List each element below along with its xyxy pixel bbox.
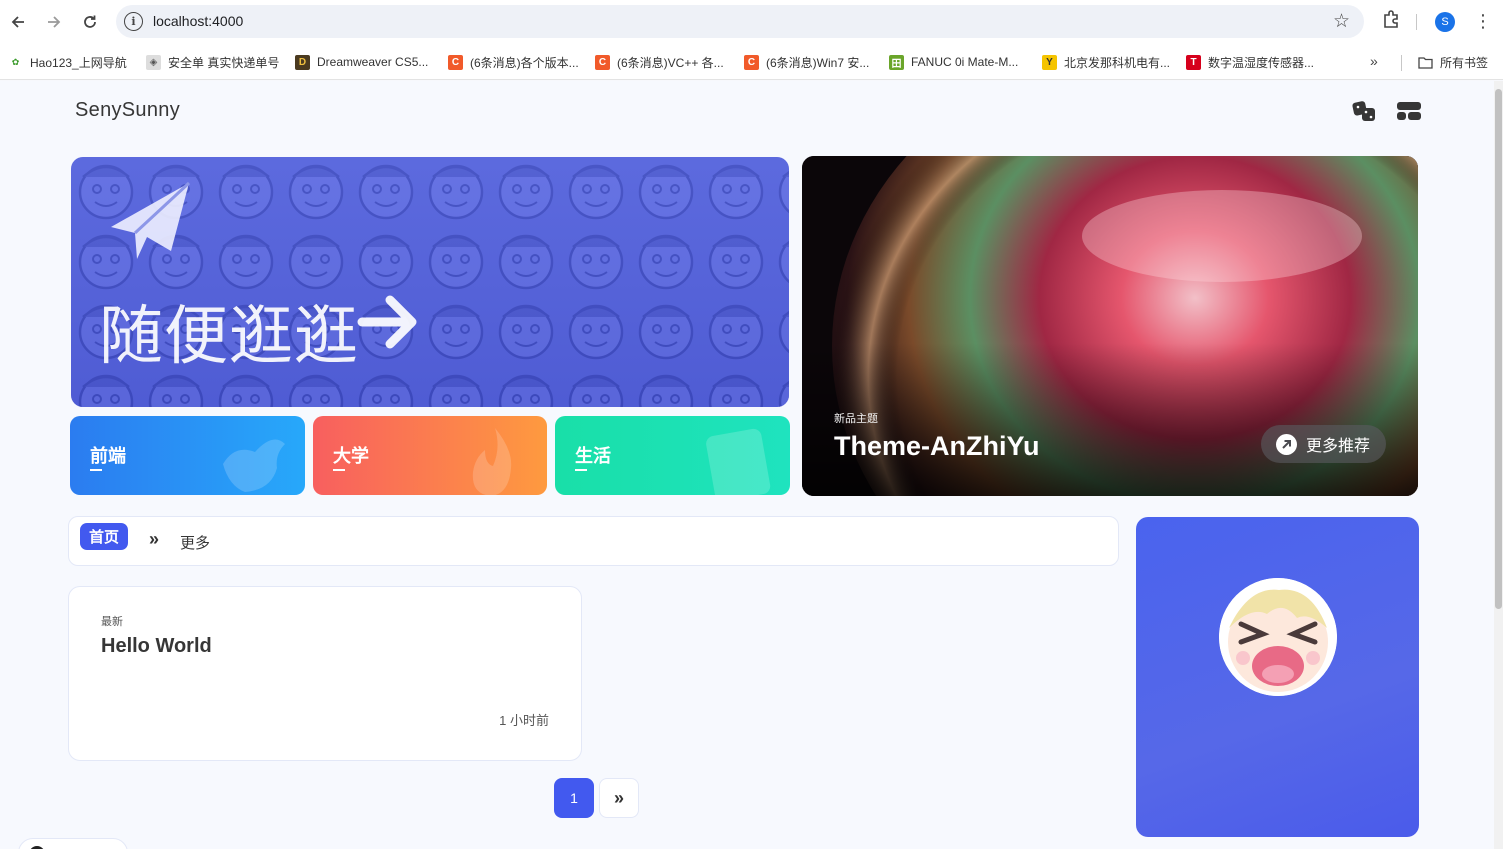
csdn-icon: C bbox=[744, 54, 759, 70]
site-icon: ◈ bbox=[146, 54, 161, 70]
folder-icon bbox=[1418, 55, 1433, 70]
category-university[interactable]: 大学 bbox=[313, 416, 547, 495]
more-bookmarks-icon[interactable]: » bbox=[1370, 53, 1378, 69]
paper-plane-icon bbox=[111, 181, 191, 259]
next-page-button[interactable]: » bbox=[599, 778, 639, 818]
bookmark-item[interactable]: 田 FANUC 0i Mate-M... bbox=[889, 52, 1018, 72]
category-underline bbox=[575, 469, 587, 471]
page-number-button[interactable]: 1 bbox=[554, 778, 594, 818]
bookmark-item[interactable]: T 数字温湿度传感器... bbox=[1186, 52, 1314, 72]
dreamweaver-icon: D bbox=[295, 54, 310, 70]
home-category-tab[interactable]: 首页 bbox=[80, 523, 128, 550]
bookmarks-separator bbox=[1401, 55, 1402, 71]
category-bar: 首页 » 更多 bbox=[68, 516, 1119, 566]
category-underline bbox=[90, 469, 102, 471]
forward-icon[interactable] bbox=[42, 10, 66, 34]
bookmark-label: 安全单 真实快递单号 bbox=[168, 55, 280, 70]
back-icon[interactable] bbox=[6, 10, 30, 34]
book-icon bbox=[706, 428, 771, 495]
bookmark-item[interactable]: C (6条消息)各个版本... bbox=[448, 52, 579, 72]
random-post-dice-icon[interactable] bbox=[1351, 99, 1377, 123]
bookmark-item[interactable]: D Dreamweaver CS5... bbox=[295, 52, 428, 72]
bookmarks-bar: ✿ Hao123_上网导航 ◈ 安全单 真实快递单号 D Dreamweaver… bbox=[0, 44, 1503, 80]
site-info-icon[interactable]: i bbox=[124, 12, 143, 31]
all-bookmarks-folder[interactable]: 所有书签 bbox=[1418, 52, 1488, 72]
more-categories-link[interactable]: 更多 bbox=[180, 532, 210, 553]
category-label: 生活 bbox=[575, 446, 611, 466]
bookmark-label: 北京发那科机电有... bbox=[1064, 55, 1171, 70]
category-underline bbox=[333, 469, 345, 471]
browser-toolbar: i localhost:4000 ☆ S ⋮ bbox=[0, 0, 1503, 44]
address-bar[interactable]: i localhost:4000 ☆ bbox=[116, 5, 1364, 38]
bird-icon bbox=[223, 439, 285, 492]
more-recommend-button[interactable]: 更多推荐 bbox=[1261, 425, 1386, 463]
author-profile-card bbox=[1136, 517, 1419, 837]
feature-title: Theme-AnZhiYu bbox=[834, 431, 1040, 461]
double-chevron-right-icon[interactable]: » bbox=[149, 529, 159, 550]
page-viewport: SenySunny 随便逛逛 前端 大学 生活 新品主题 Theme-AnZhi… bbox=[0, 81, 1494, 849]
post-time: 1 小时前 bbox=[499, 713, 549, 728]
bookmark-label: (6条消息)VC++ 各... bbox=[617, 55, 724, 70]
bookmark-label: Dreamweaver CS5... bbox=[317, 55, 429, 69]
bookmark-label: (6条消息)各个版本... bbox=[470, 55, 579, 70]
bookmark-item[interactable]: ◈ 安全单 真实快递单号 bbox=[146, 52, 279, 72]
post-title[interactable]: Hello World bbox=[101, 635, 212, 658]
arrow-right-icon bbox=[357, 295, 417, 349]
fire-icon bbox=[472, 428, 512, 495]
bookmark-label: 数字温湿度传感器... bbox=[1208, 55, 1315, 70]
bookmark-label: (6条消息)Win7 安... bbox=[766, 55, 870, 70]
profile-avatar[interactable]: S bbox=[1435, 12, 1455, 32]
t-icon: T bbox=[1186, 54, 1201, 70]
bookmark-star-icon[interactable]: ☆ bbox=[1333, 10, 1350, 33]
double-chevron-right-icon: » bbox=[613, 787, 624, 808]
bookmark-item[interactable]: ✿ Hao123_上网导航 bbox=[8, 52, 127, 72]
post-card[interactable]: 最新 Hello World 1 小时前 bbox=[68, 586, 582, 761]
featured-theme-card[interactable]: 新品主题 Theme-AnZhiYu 更多推荐 bbox=[802, 156, 1418, 496]
bookmark-label: Hao123_上网导航 bbox=[30, 55, 127, 70]
fanuc-logo-icon: Y bbox=[1042, 54, 1057, 70]
fanuc-icon: 田 bbox=[889, 54, 904, 70]
arrow-up-right-icon bbox=[1276, 433, 1297, 455]
csdn-icon: C bbox=[448, 54, 463, 70]
hao123-icon: ✿ bbox=[8, 54, 23, 70]
address-text[interactable]: localhost:4000 bbox=[153, 13, 243, 29]
menu-grid-icon[interactable] bbox=[1396, 99, 1422, 123]
bookmark-item[interactable]: C (6条消息)VC++ 各... bbox=[595, 52, 724, 72]
category-life[interactable]: 生活 bbox=[555, 416, 790, 495]
feature-subtitle: 新品主题 bbox=[834, 413, 878, 425]
reload-icon[interactable] bbox=[78, 10, 102, 34]
author-avatar[interactable] bbox=[1219, 578, 1337, 696]
bookmark-label: FANUC 0i Mate-M... bbox=[911, 55, 1019, 69]
bookmark-item[interactable]: Y 北京发那科机电有... bbox=[1042, 52, 1170, 72]
more-recommend-label: 更多推荐 bbox=[1306, 438, 1371, 455]
category-label: 大学 bbox=[333, 446, 369, 466]
bookmark-item[interactable]: C (6条消息)Win7 安... bbox=[744, 52, 869, 72]
toolbar-separator bbox=[1416, 14, 1417, 30]
random-browse-banner[interactable]: 随便逛逛 bbox=[71, 157, 789, 407]
category-label: 前端 bbox=[90, 446, 126, 466]
browser-menu-icon[interactable]: ⋮ bbox=[1474, 9, 1492, 33]
hero-title: 随便逛逛 bbox=[99, 300, 359, 374]
csdn-icon: C bbox=[595, 54, 610, 70]
site-name[interactable]: SenySunny bbox=[75, 99, 180, 122]
extensions-icon[interactable] bbox=[1380, 9, 1402, 31]
category-frontend[interactable]: 前端 bbox=[70, 416, 305, 495]
page-scrollbar[interactable] bbox=[1494, 81, 1503, 849]
post-tag: 最新 bbox=[101, 616, 123, 628]
scrollbar-thumb[interactable] bbox=[1495, 89, 1502, 609]
bottom-left-widget[interactable] bbox=[18, 838, 128, 849]
bookmark-label: 所有书签 bbox=[1440, 55, 1489, 70]
